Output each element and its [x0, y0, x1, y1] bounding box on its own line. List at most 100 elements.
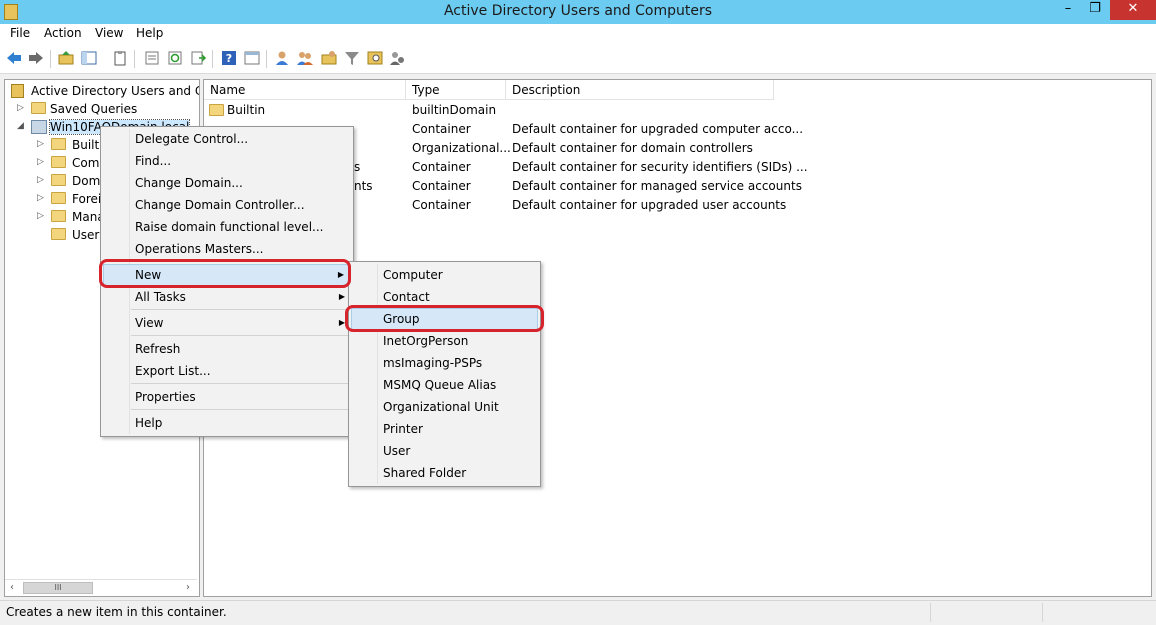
toolbar-separator — [212, 50, 213, 68]
status-message: Creates a new item in this container. — [6, 605, 227, 619]
folder-icon — [209, 104, 224, 116]
row-name: nts — [354, 179, 373, 193]
column-header-description[interactable]: Description — [506, 80, 774, 100]
clipboard-icon[interactable] — [111, 49, 129, 67]
submenu-item-shared-folder[interactable]: Shared Folder — [351, 462, 538, 484]
close-button[interactable]: ✕ — [1110, 0, 1156, 20]
row-type: builtinDomain — [412, 103, 497, 117]
tree-item-label: Active Directory Users and Com — [31, 84, 199, 98]
status-cell — [1042, 603, 1043, 622]
menu-item-change-domain[interactable]: Change Domain... — [103, 172, 351, 194]
row-name: s — [354, 160, 361, 174]
expand-arrow-icon[interactable]: ▷ — [37, 139, 44, 149]
menu-item-change-domain-controller[interactable]: Change Domain Controller... — [103, 194, 351, 216]
adcu-icon — [11, 84, 24, 98]
menu-separator — [131, 309, 349, 310]
minimize-button[interactable]: – — [1055, 0, 1081, 20]
menu-file[interactable]: File — [10, 26, 30, 40]
forward-icon[interactable] — [27, 49, 45, 67]
submenu-item-computer[interactable]: Computer — [351, 264, 538, 286]
submenu-item-printer[interactable]: Printer — [351, 418, 538, 440]
expand-arrow-icon[interactable]: ▷ — [37, 175, 44, 185]
menu-item-delegate-control[interactable]: Delegate Control... — [103, 128, 351, 150]
row-description: Default container for security identifie… — [512, 160, 808, 174]
menu-separator — [131, 335, 349, 336]
menu-bar: File Action View Help — [0, 24, 1156, 44]
folder-icon — [31, 102, 46, 114]
domain-icon — [31, 120, 47, 134]
window-title: Active Directory Users and Computers — [443, 3, 713, 19]
console-icon[interactable] — [243, 49, 261, 67]
menu-item-operations-masters[interactable]: Operations Masters... — [103, 238, 351, 260]
find-icon[interactable] — [366, 49, 384, 67]
new-submenu: Computer Contact Group InetOrgPerson msI… — [348, 261, 541, 487]
tree-item-saved-queries[interactable]: ▷ Saved Queries — [9, 100, 199, 118]
folder-icon — [51, 228, 66, 240]
row-type: Container — [412, 122, 471, 136]
new-ou-icon[interactable] — [320, 49, 338, 67]
expand-arrow-icon[interactable]: ▷ — [37, 157, 44, 167]
menu-item-label: All Tasks — [135, 290, 186, 304]
collapse-arrow-icon[interactable]: ◢ — [17, 121, 24, 131]
tree-item-label: Saved Queries — [50, 102, 138, 116]
submenu-item-organizational-unit[interactable]: Organizational Unit — [351, 396, 538, 418]
menu-view[interactable]: View — [95, 26, 123, 40]
filter-icon[interactable] — [343, 49, 361, 67]
row-name: Builtin — [227, 103, 266, 117]
refresh-icon[interactable] — [166, 49, 184, 67]
menu-item-find[interactable]: Find... — [103, 150, 351, 172]
row-type: Container — [412, 198, 471, 212]
menu-item-label: View — [135, 316, 164, 330]
new-user-icon[interactable] — [273, 49, 291, 67]
menu-item-raise-functional-level[interactable]: Raise domain functional level... — [103, 216, 351, 238]
folder-icon — [51, 138, 66, 150]
submenu-item-msimaging-psps[interactable]: msImaging-PSPs — [351, 352, 538, 374]
status-cell — [930, 603, 931, 622]
svg-text:?: ? — [226, 52, 232, 65]
ou-folder-icon — [51, 174, 66, 186]
menu-item-refresh[interactable]: Refresh — [103, 338, 351, 360]
menu-item-help[interactable]: Help — [103, 412, 351, 434]
scroll-right-icon[interactable]: › — [181, 580, 195, 596]
back-icon[interactable] — [5, 49, 23, 67]
export-icon[interactable] — [189, 49, 207, 67]
delegate-icon[interactable] — [389, 49, 407, 67]
list-row[interactable]: Builtin builtinDomain — [204, 101, 1144, 120]
submenu-item-inetorgperson[interactable]: InetOrgPerson — [351, 330, 538, 352]
expand-arrow-icon[interactable]: ▷ — [37, 193, 44, 203]
menu-help[interactable]: Help — [136, 26, 163, 40]
up-folder-icon[interactable] — [57, 49, 75, 67]
column-header-name[interactable]: Name — [204, 80, 406, 100]
menu-separator — [131, 409, 349, 410]
folder-icon — [51, 156, 66, 168]
toolbar: ? — [0, 44, 1156, 74]
menu-item-view[interactable]: View ▶ — [103, 312, 351, 334]
row-description: Default container for domain controllers — [512, 141, 753, 155]
scroll-left-icon[interactable]: ‹ — [5, 580, 19, 596]
menu-action[interactable]: Action — [44, 26, 82, 40]
menu-item-properties[interactable]: Properties — [103, 386, 351, 408]
tree-item-root[interactable]: Active Directory Users and Com — [9, 82, 199, 100]
highlight-box-new — [99, 259, 351, 288]
row-type: Organizational... — [412, 141, 511, 155]
folder-icon — [51, 210, 66, 222]
console-tree-icon[interactable] — [80, 49, 98, 67]
menu-item-all-tasks[interactable]: All Tasks ▶ — [103, 286, 351, 308]
row-description: Default container for upgraded computer … — [512, 122, 804, 136]
menu-item-export-list[interactable]: Export List... — [103, 360, 351, 382]
restore-button[interactable]: ❐ — [1082, 0, 1108, 20]
expand-arrow-icon[interactable]: ▷ — [37, 211, 44, 221]
properties-icon[interactable] — [143, 49, 161, 67]
help-icon[interactable]: ? — [220, 49, 238, 67]
row-type: Container — [412, 160, 471, 174]
submenu-item-user[interactable]: User — [351, 440, 538, 462]
column-header-type[interactable]: Type — [406, 80, 506, 100]
new-group-icon[interactable] — [296, 49, 314, 67]
tree-horizontal-scrollbar[interactable]: ‹ III › — [5, 579, 197, 595]
submenu-item-msmq-queue-alias[interactable]: MSMQ Queue Alias — [351, 374, 538, 396]
row-type: Container — [412, 179, 471, 193]
status-bar: Creates a new item in this container. — [0, 600, 1156, 625]
title-bar: Active Directory Users and Computers – ❐… — [0, 0, 1156, 24]
scroll-thumb[interactable]: III — [23, 582, 93, 594]
expand-arrow-icon[interactable]: ▷ — [17, 103, 24, 113]
